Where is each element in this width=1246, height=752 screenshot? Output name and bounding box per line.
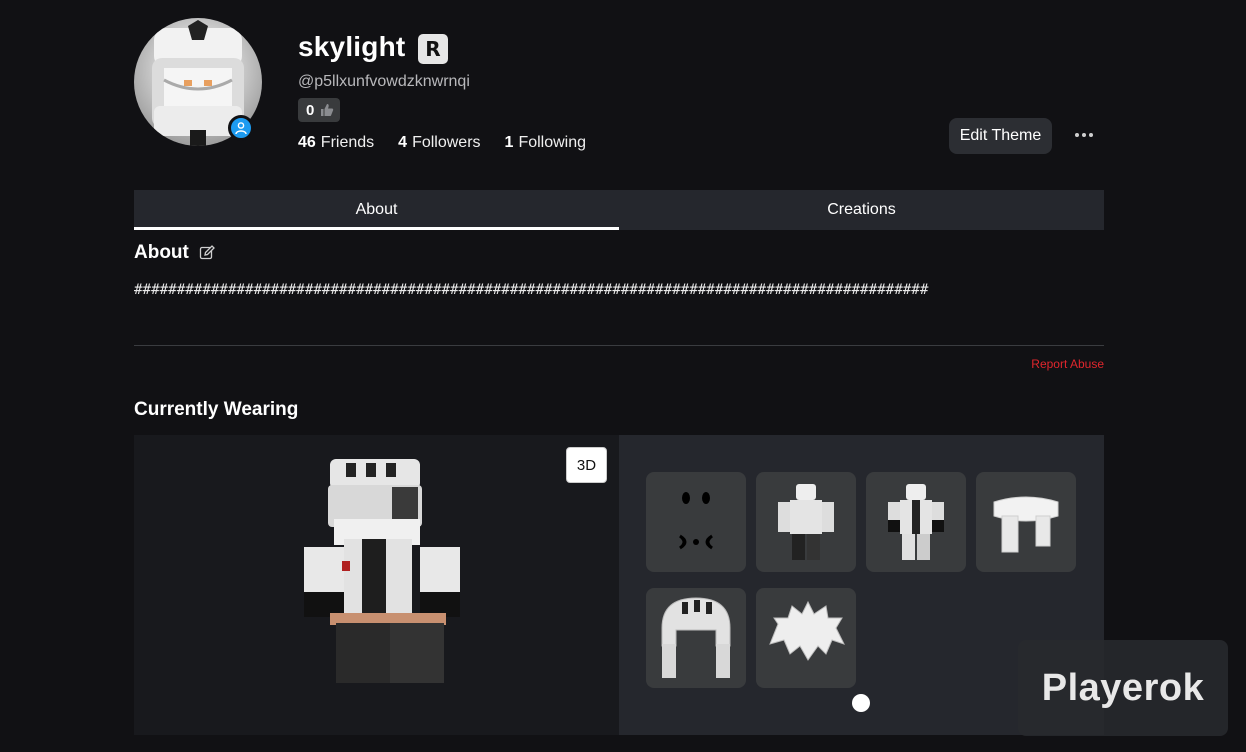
user-icon	[235, 122, 247, 135]
currently-wearing-panel: 3D	[134, 435, 1104, 735]
friends-link[interactable]: 46 Friends	[298, 134, 374, 152]
watermark-logo: Playerok	[1018, 640, 1228, 736]
following-label: Following	[518, 134, 587, 151]
hair-item-icon	[769, 600, 845, 661]
edit-icon[interactable]	[199, 245, 215, 261]
tab-creations[interactable]: Creations	[619, 190, 1104, 230]
followers-label: Followers	[412, 134, 481, 151]
wearing-item[interactable]	[646, 588, 746, 688]
social-stats: 46 Friends 4 Followers 1 Following	[298, 134, 586, 152]
profile-tabs: About Creations	[134, 190, 1104, 230]
following-count: 1	[504, 134, 514, 151]
online-status-icon	[228, 115, 254, 141]
more-options-icon[interactable]	[1071, 122, 1097, 148]
wearing-item[interactable]	[646, 472, 746, 572]
wearing-item[interactable]	[756, 588, 856, 688]
username: @p5llxunfvowdzknwrnqi	[298, 73, 470, 90]
hat-item-icon	[661, 597, 731, 678]
reputation-count: 0	[306, 101, 315, 119]
tab-about[interactable]: About	[134, 190, 619, 230]
face-item-icon	[679, 492, 713, 550]
watermark-text: Playerok	[1041, 666, 1205, 709]
wearing-item[interactable]	[976, 472, 1076, 572]
currently-wearing-heading: Currently Wearing	[134, 399, 299, 420]
report-abuse-link[interactable]: Report Abuse	[1031, 357, 1104, 371]
wearing-item[interactable]	[866, 472, 966, 572]
avatar-3d-view[interactable]: 3D	[134, 435, 619, 735]
thumbs-up-icon	[321, 104, 334, 116]
friends-count: 46	[298, 134, 316, 151]
premium-badge-icon: R	[418, 34, 448, 64]
about-heading: About	[134, 242, 189, 263]
about-description: ########################################…	[134, 282, 929, 298]
display-name: skylight	[298, 31, 406, 62]
avatar-full-body-image	[304, 459, 460, 683]
followers-link[interactable]: 4 Followers	[398, 134, 480, 152]
scarf-item-icon	[993, 496, 1059, 553]
shirt-item-icon	[778, 484, 834, 560]
premium-badge-letter: R	[425, 37, 441, 61]
reputation-badge[interactable]: 0	[298, 98, 341, 122]
carousel-page-dot[interactable]	[852, 694, 870, 712]
outfit-item-icon	[888, 484, 944, 560]
toggle-3d-button[interactable]: 3D	[566, 447, 607, 483]
about-divider	[134, 345, 1104, 346]
friends-label: Friends	[320, 134, 375, 151]
followers-count: 4	[398, 134, 408, 151]
following-link[interactable]: 1 Following	[505, 134, 587, 152]
wearing-item[interactable]	[756, 472, 856, 572]
edit-theme-button[interactable]: Edit Theme	[949, 118, 1052, 154]
